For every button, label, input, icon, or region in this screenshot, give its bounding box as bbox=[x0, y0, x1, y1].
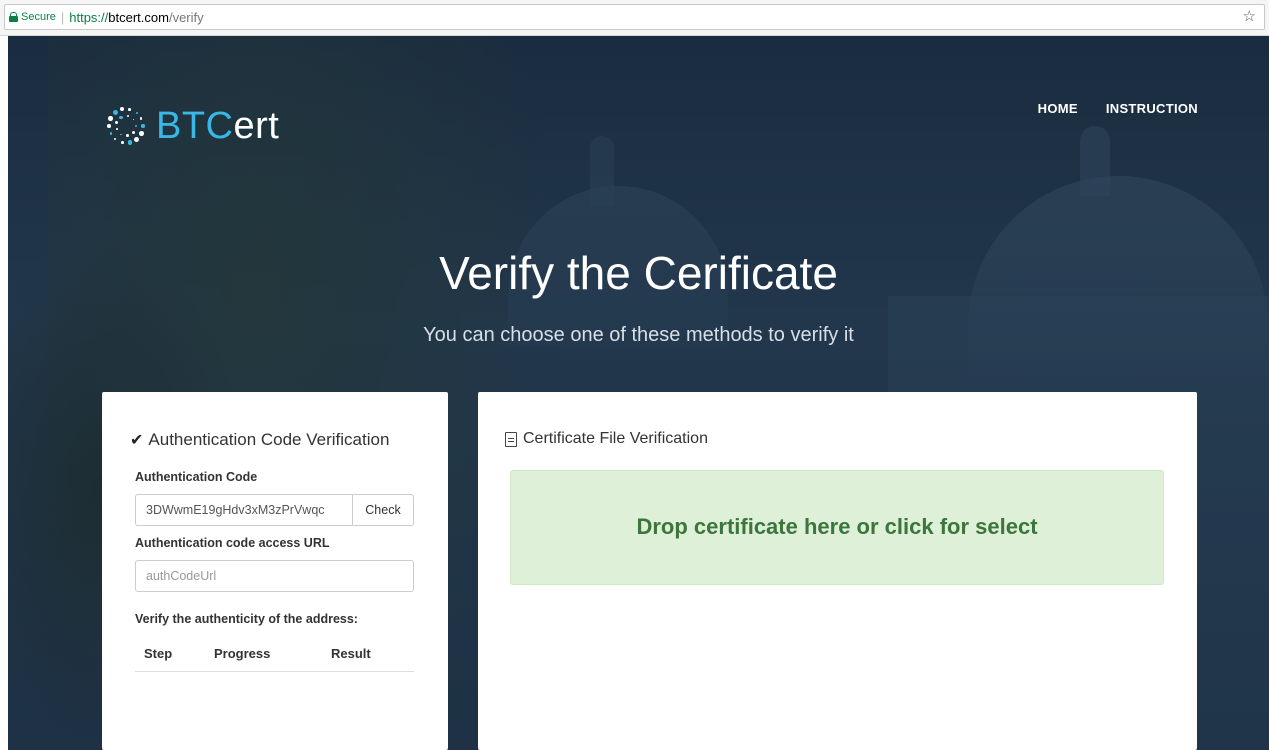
file-verification-heading-text: Certificate File Verification bbox=[523, 430, 708, 447]
auth-url-input[interactable]: authCodeUrl bbox=[135, 560, 414, 592]
top-nav: HOME INSTRUCTION bbox=[1038, 101, 1198, 116]
logo-dot bbox=[132, 118, 135, 121]
logo-dot bbox=[134, 136, 140, 142]
url-separator: | bbox=[60, 9, 65, 25]
logo-dot bbox=[115, 121, 119, 125]
bookmark-star-icon[interactable]: ☆ bbox=[1243, 7, 1256, 25]
secure-label: Secure bbox=[21, 11, 56, 23]
auth-code-input[interactable]: 3DWwmE19gHdv3xM3zPrVwqc bbox=[135, 494, 352, 526]
file-verification-heading: Certificate File Verification bbox=[505, 430, 708, 448]
logo-dot bbox=[115, 128, 118, 131]
page-subtitle: You can choose one of these methods to v… bbox=[423, 324, 854, 346]
auth-code-card: ✔ Authentication Code Verification Authe… bbox=[102, 392, 448, 750]
logo-dot bbox=[138, 131, 144, 136]
logo-text: BTCert bbox=[156, 105, 279, 148]
logo-dot bbox=[126, 115, 129, 118]
auth-code-heading: ✔ Authentication Code Verification bbox=[130, 430, 389, 450]
logo-dot bbox=[112, 110, 118, 116]
omnibox[interactable]: Secure | https:// btcert.com /verify ☆ bbox=[4, 4, 1265, 30]
certificate-dropzone[interactable]: Drop certificate here or click for selec… bbox=[510, 470, 1164, 585]
logo-dot bbox=[140, 117, 143, 120]
auth-code-input-group: 3DWwmE19gHdv3xM3zPrVwqc Check bbox=[135, 494, 414, 526]
logo-dot bbox=[134, 124, 138, 128]
logo-text-accent: BTC bbox=[156, 104, 234, 147]
logo-dot bbox=[114, 138, 117, 141]
auth-url-label: Authentication code access URL bbox=[135, 536, 330, 550]
file-verification-card: Certificate File Verification Drop certi… bbox=[478, 392, 1197, 750]
table-header-progress: Progress bbox=[214, 646, 271, 661]
logo-dot bbox=[128, 108, 132, 111]
logo-dot bbox=[141, 124, 145, 128]
verify-address-label: Verify the authenticity of the address: bbox=[135, 612, 358, 626]
document-icon bbox=[505, 431, 517, 447]
auth-code-heading-text: Authentication Code Verification bbox=[148, 430, 390, 449]
logo-dots-icon bbox=[104, 104, 148, 148]
hero-section: BTCert HOME INSTRUCTION Verify the Cerif… bbox=[8, 36, 1269, 750]
logo-dot bbox=[126, 134, 130, 138]
logo-dot bbox=[107, 124, 111, 128]
logo-dot bbox=[119, 115, 123, 120]
url-host: btcert.com bbox=[108, 9, 169, 25]
dropzone-text: Drop certificate here or click for selec… bbox=[636, 513, 1038, 539]
logo-dot bbox=[109, 132, 112, 135]
table-header-step: Step bbox=[144, 646, 173, 661]
url-scheme: https:// bbox=[69, 9, 109, 25]
auth-code-label: Authentication Code bbox=[135, 470, 258, 484]
logo-dot bbox=[135, 111, 138, 114]
url-path: /verify bbox=[168, 9, 204, 25]
nav-instruction-link[interactable]: INSTRUCTION bbox=[1106, 101, 1198, 116]
background-tower bbox=[590, 136, 614, 206]
logo-dot bbox=[120, 133, 122, 136]
check-button[interactable]: Check bbox=[352, 494, 414, 526]
nav-home-link[interactable]: HOME bbox=[1038, 101, 1078, 116]
logo-dot bbox=[108, 116, 114, 121]
lock-icon bbox=[9, 12, 18, 22]
browser-address-bar: Secure | https:// btcert.com /verify ☆ bbox=[0, 0, 1269, 36]
logo-dot bbox=[120, 141, 124, 144]
logo-dot bbox=[127, 140, 132, 145]
table-header-result: Result bbox=[331, 646, 371, 661]
page-title: Verify the Cerificate bbox=[439, 247, 838, 299]
background-tower bbox=[1080, 126, 1110, 196]
btcert-logo[interactable]: BTCert bbox=[104, 104, 279, 148]
logo-dot bbox=[120, 107, 125, 112]
logo-dot bbox=[131, 130, 136, 135]
checkmark-icon: ✔ bbox=[130, 432, 144, 449]
logo-text-rest: ert bbox=[233, 104, 280, 147]
verification-table-header: Step Progress Result bbox=[135, 642, 414, 672]
